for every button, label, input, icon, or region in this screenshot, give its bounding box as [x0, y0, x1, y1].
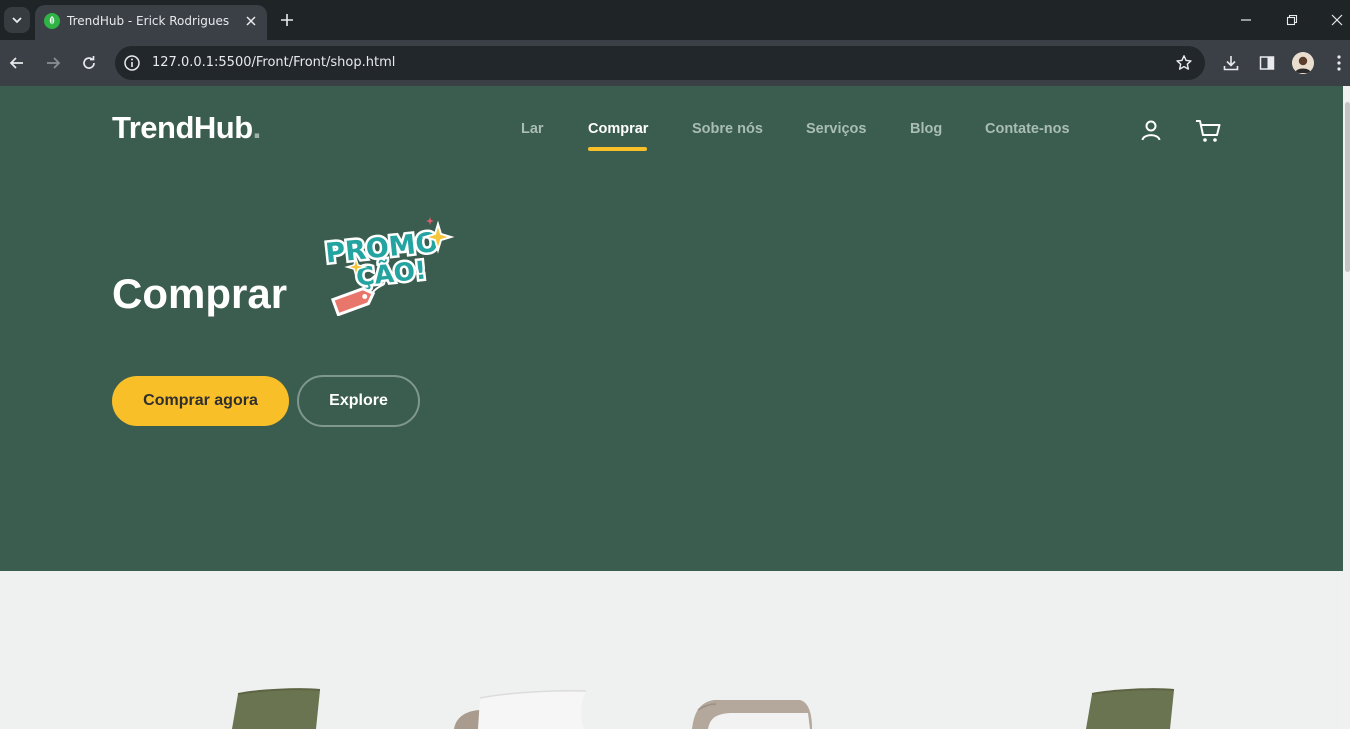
buy-now-button[interactable]: Comprar agora	[112, 376, 289, 426]
nav-link-blog[interactable]: Blog	[910, 121, 942, 137]
address-bar[interactable]: 127.0.0.1:5500/Front/Front/shop.html	[115, 46, 1205, 80]
plus-icon	[281, 14, 293, 26]
arrow-left-icon	[9, 57, 23, 69]
promo-sticker-image: PROMO ÇÃO!	[322, 217, 455, 316]
url-text[interactable]: 127.0.0.1:5500/Front/Front/shop.html	[152, 55, 395, 70]
site-logo[interactable]: TrendHub.	[112, 110, 261, 146]
restore-button[interactable]	[1270, 6, 1314, 34]
arrow-right-icon	[47, 57, 61, 69]
reload-icon	[83, 56, 95, 69]
chevron-down-icon	[12, 17, 22, 24]
menu-button[interactable]	[1328, 52, 1350, 74]
cart-icon[interactable]	[1194, 118, 1222, 144]
user-icon[interactable]	[1139, 118, 1163, 142]
active-nav-indicator	[588, 147, 647, 151]
nav-link-servicos[interactable]: Serviços	[806, 121, 866, 137]
product-image-chair[interactable]	[228, 688, 324, 729]
new-tab-button[interactable]	[277, 10, 297, 30]
hero-title: Comprar	[112, 270, 288, 317]
tab-title: TrendHub - Erick Rodrigues	[67, 14, 230, 28]
close-icon	[1331, 14, 1343, 26]
logo-text: TrendHub	[112, 110, 253, 145]
side-panel-button[interactable]	[1256, 52, 1278, 74]
avatar-icon	[1292, 52, 1314, 74]
leaf-favicon-icon	[44, 13, 60, 29]
scrollbar-thumb[interactable]	[1345, 102, 1350, 272]
tab-search-button[interactable]	[4, 7, 30, 33]
nav-link-comprar[interactable]: Comprar	[588, 121, 648, 137]
downloads-button[interactable]	[1220, 52, 1242, 74]
reload-button[interactable]	[77, 51, 101, 75]
bookmark-star-icon[interactable]	[1175, 54, 1193, 72]
close-icon	[246, 16, 256, 26]
forward-button[interactable]	[41, 51, 65, 75]
minimize-icon	[1241, 19, 1251, 21]
nav-link-sobre-nos[interactable]: Sobre nós	[692, 121, 763, 137]
browser-toolbar: 127.0.0.1:5500/Front/Front/shop.html	[0, 40, 1350, 86]
nav-link-contate-nos[interactable]: Contate-nos	[985, 121, 1070, 137]
explore-button[interactable]: Explore	[297, 375, 420, 427]
close-window-button[interactable]	[1315, 6, 1350, 34]
profile-avatar[interactable]	[1292, 52, 1314, 74]
browser-tab[interactable]: TrendHub - Erick Rodrigues	[35, 5, 267, 40]
side-panel-icon	[1259, 56, 1275, 70]
tab-close-button[interactable]	[243, 13, 259, 29]
hero-section	[0, 86, 1343, 571]
info-icon[interactable]	[123, 54, 141, 72]
back-button[interactable]	[5, 51, 29, 75]
svg-text:ÇÃO!: ÇÃO!	[355, 255, 428, 291]
nav-link-lar[interactable]: Lar	[521, 121, 544, 137]
product-image-armchair[interactable]	[450, 688, 592, 729]
browser-tab-bar: TrendHub - Erick Rodrigues	[0, 0, 1350, 40]
restore-icon	[1286, 14, 1298, 26]
product-image-sofa[interactable]	[690, 688, 814, 729]
download-icon	[1223, 56, 1239, 71]
minimize-button[interactable]	[1224, 6, 1268, 34]
logo-dot: .	[252, 110, 262, 145]
more-vert-icon	[1337, 55, 1341, 71]
product-image-chair-2[interactable]	[1082, 688, 1178, 729]
